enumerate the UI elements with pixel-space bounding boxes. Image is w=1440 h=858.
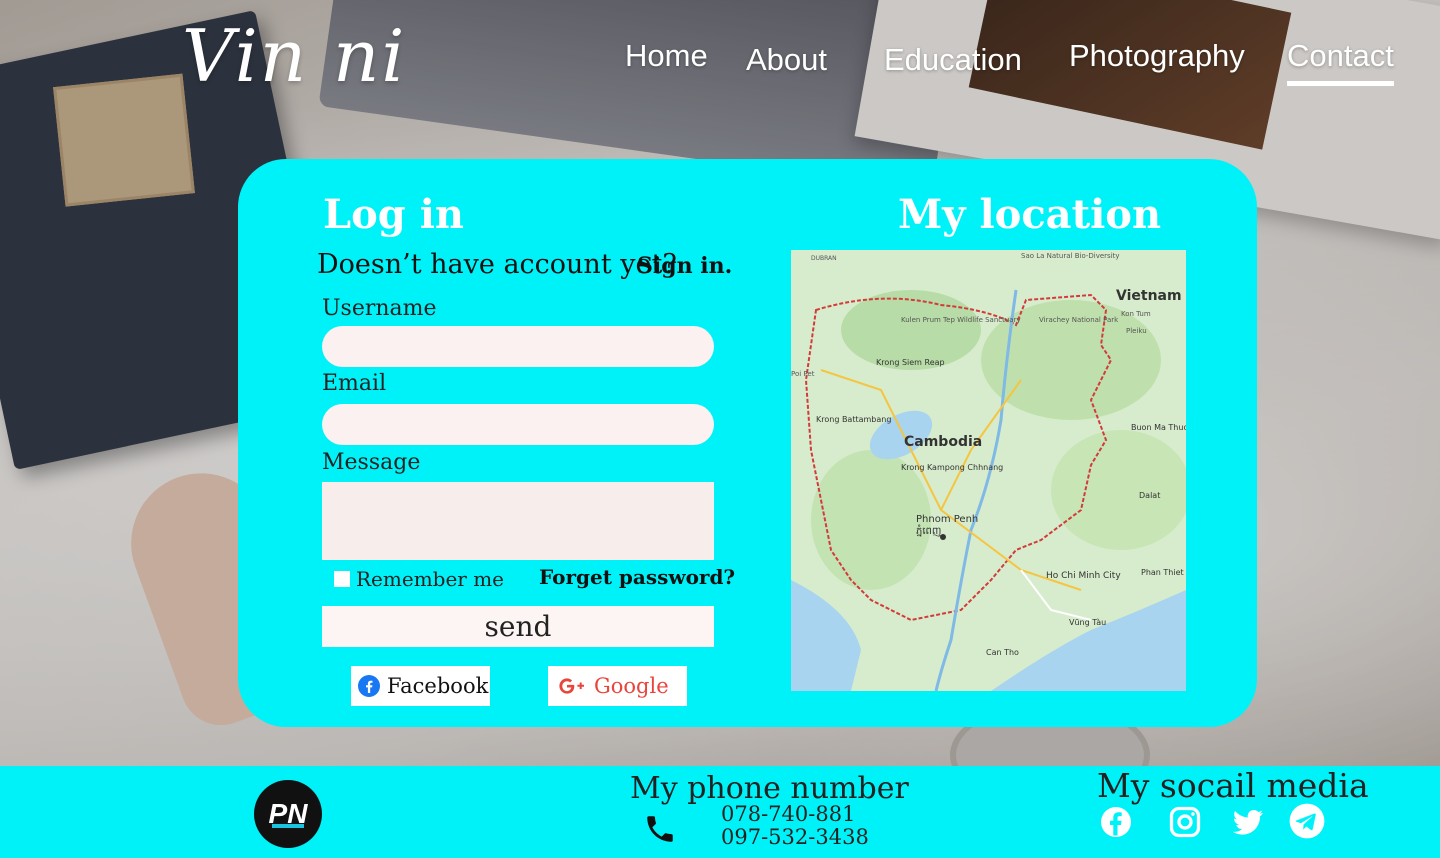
message-textarea[interactable] [322, 482, 714, 560]
username-label: Username [322, 296, 437, 321]
map-label-phan-thiet: Phan Thiet [1141, 568, 1184, 577]
nav-contact[interactable]: Contact [1287, 38, 1394, 86]
sign-in-link[interactable]: Sign in. [637, 253, 732, 279]
remember-checkbox[interactable] [334, 571, 350, 587]
map-label-battambang: Krong Battambang [816, 415, 891, 424]
map-label-can-tho: Can Tho [986, 648, 1019, 657]
map-label-poi-pet: Poi Pet [791, 370, 815, 378]
location-map[interactable]: Vietnam Cambodia Phnom Penh ភ្នំពេញ Ho C… [791, 250, 1186, 691]
map-label-siem-reap: Krong Siem Reap [876, 358, 945, 367]
phone-title: My phone number [630, 771, 909, 806]
phone-icon [643, 812, 677, 850]
map-label-kulen: Kulen Prum Tep Wildlife Sanctuary [901, 316, 1021, 324]
nav-home[interactable]: Home [625, 38, 708, 74]
map-label-sao-la: Sao La Natural Bio-Diversity [1021, 252, 1120, 260]
location-title: My location [898, 191, 1162, 238]
facebook-icon[interactable] [1098, 804, 1134, 844]
map-label-duban: DUBRAN [811, 255, 837, 262]
nav-education[interactable]: Education [884, 42, 1022, 78]
google-plus-icon [558, 675, 588, 697]
site-footer: PN My phone number 078-740-881 097-532-3… [0, 766, 1440, 858]
google-label: Google [594, 674, 669, 698]
facebook-icon [357, 674, 381, 698]
no-account-text: Doesn’t have account yet? [317, 249, 677, 280]
map-label-buon-ma: Buon Ma Thuot [1131, 423, 1186, 432]
telegram-icon[interactable] [1288, 802, 1326, 844]
phone-number-1[interactable]: 078-740-881 [721, 802, 855, 826]
map-label-cambodia: Cambodia [904, 434, 982, 450]
map-label-vung-tau: Vũng Tàu [1069, 618, 1106, 627]
instagram-icon[interactable] [1167, 804, 1203, 844]
map-graphic: Vietnam Cambodia Phnom Penh ភ្នំពេញ Ho C… [791, 250, 1186, 691]
map-label-capital: Phnom Penh [916, 514, 978, 525]
remember-me[interactable]: Remember me [334, 567, 504, 591]
site-logo[interactable]: Vin ni [182, 14, 406, 98]
map-label-kampong: Krong Kampong Chhnang [901, 463, 1003, 472]
social-title: My socail media [1097, 766, 1369, 805]
pn-logo[interactable]: PN [254, 780, 322, 848]
nav-about[interactable]: About [746, 42, 827, 78]
username-input[interactable] [322, 326, 714, 367]
map-label-hcmc: Ho Chi Minh City [1046, 571, 1121, 581]
message-label: Message [322, 450, 421, 475]
map-label-vietnam: Vietnam [1116, 288, 1182, 304]
email-label: Email [322, 371, 387, 396]
map-label-capital-khmer: ភ្នំពេញ [916, 524, 941, 537]
google-login-button[interactable]: Google [548, 666, 687, 706]
map-label-dalat: Dalat [1139, 491, 1160, 500]
contact-card: Log in Doesn’t have account yet? Sign in… [238, 159, 1257, 727]
map-label-kon-tum: Kon Tum [1121, 310, 1151, 318]
forgot-password-link[interactable]: Forget password? [539, 565, 735, 589]
map-label-pleiku: Pleiku [1126, 327, 1147, 335]
facebook-login-button[interactable]: Facebook [351, 666, 490, 706]
email-input[interactable] [322, 404, 714, 445]
map-label-virachey: Virachey National Park [1039, 316, 1119, 324]
twitter-icon[interactable] [1229, 804, 1267, 844]
facebook-label: Facebook [387, 674, 489, 698]
login-title: Log in [323, 191, 464, 238]
remember-label: Remember me [356, 567, 505, 591]
send-button[interactable]: send [322, 606, 714, 647]
phone-number-2[interactable]: 097-532-3438 [721, 825, 869, 849]
nav-photography[interactable]: Photography [1069, 38, 1245, 74]
